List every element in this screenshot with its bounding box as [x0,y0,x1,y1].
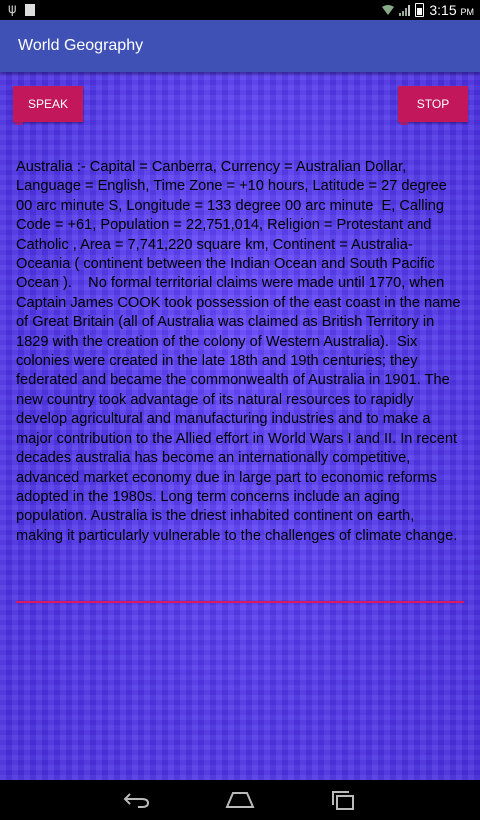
clock-time: 3:15 [429,2,457,18]
stop-button[interactable]: STOP [398,86,468,125]
usb-icon: ψ [8,2,17,17]
action-bar: World Geography [0,20,480,72]
back-icon [123,793,150,808]
status-clock: 3:15 PM [429,2,474,18]
navigation-bar [0,780,480,820]
speak-button[interactable]: SPEAK [13,86,83,125]
signal-icon [399,4,411,16]
status-right: 3:15 PM [382,2,474,18]
status-left: ψ [8,2,35,17]
home-icon [225,792,255,808]
home-button[interactable] [220,788,260,812]
wifi-icon [382,5,395,15]
recent-apps-icon [332,791,354,810]
app-title: World Geography [18,37,144,54]
recent-apps-button[interactable] [323,788,363,812]
country-description-text[interactable]: Australia :- Capital = Canberra, Currenc… [16,158,466,546]
text-field-underline [16,601,464,603]
status-bar: ψ 3:15 PM [0,0,480,20]
battery-icon [415,3,425,17]
clock-ampm: PM [460,7,475,17]
main-content: SPEAK STOP Australia :- Capital = Canber… [0,72,480,780]
notification-icon [24,3,35,16]
back-button[interactable] [117,788,157,812]
